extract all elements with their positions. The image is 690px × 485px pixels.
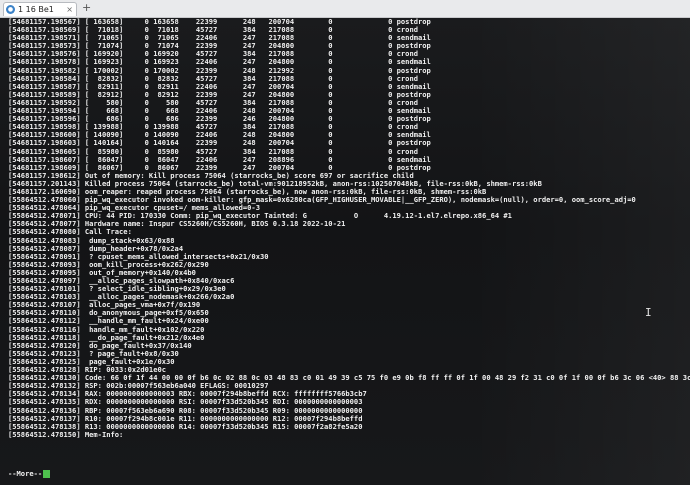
tab-bar: ● 1 16 Be1 × + xyxy=(0,0,690,18)
add-tab-icon[interactable]: + xyxy=(82,2,91,14)
text-cursor xyxy=(43,469,51,478)
tab-session[interactable]: ● 1 16 Be1 × xyxy=(3,2,77,16)
console-line: [55864512.478150] Mem-Info: xyxy=(8,429,124,439)
more-prompt: --More-- xyxy=(8,469,51,478)
console-output: [54681157.198567] [ 163658] 0 163658 223… xyxy=(8,18,690,439)
i-beam-cursor-icon: I xyxy=(645,306,652,319)
terminal-screen[interactable]: [54681157.198567] [ 163658] 0 163658 223… xyxy=(0,18,690,485)
more-prompt-text: --More-- xyxy=(8,469,43,478)
session-icon: ● xyxy=(6,5,15,14)
tab-label: 1 16 Be1 xyxy=(18,5,54,14)
close-icon[interactable]: × xyxy=(66,5,73,14)
